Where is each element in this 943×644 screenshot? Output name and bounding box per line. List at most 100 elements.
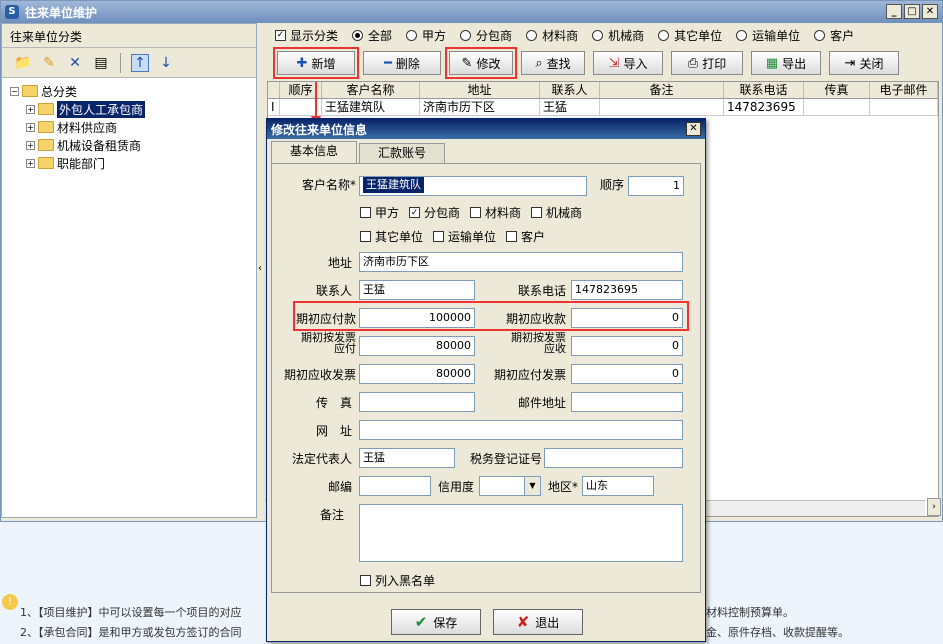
web-field[interactable] [359, 420, 683, 440]
delete-icon[interactable]: ✕ [66, 54, 84, 72]
document-icon[interactable]: ▤ [92, 54, 110, 72]
cell-address[interactable]: 济南市历下区 [420, 99, 540, 115]
column-header[interactable]: 联系电话 [724, 82, 804, 98]
type-checkbox[interactable]: 甲方 [360, 204, 399, 221]
column-header[interactable]: 地址 [420, 82, 540, 98]
panel-splitter[interactable]: ‹ [258, 23, 264, 518]
dialog-close-icon[interactable]: ✕ [686, 122, 701, 136]
close-window-button[interactable]: ✕ [922, 4, 938, 19]
filter-radio-party-a[interactable]: 甲方 [406, 27, 446, 44]
checkmark-icon: ✓ [275, 29, 286, 41]
expand-icon[interactable]: + [26, 122, 35, 132]
init-recv-invoice-label: 期初应收发票 [283, 368, 356, 382]
show-category-checkbox[interactable]: ✓ 显示分类 [275, 27, 338, 44]
init-recv-invoice-field[interactable]: 80000 [359, 364, 475, 384]
edit-unit-dialog: 修改往来单位信息 ✕ 基本信息 汇款账号 客户名称* 王猛建筑队 顺序 1 甲方… [266, 118, 706, 642]
type-checkbox[interactable]: 材料商 [470, 204, 521, 221]
init-receivable-label: 期初应收款 [505, 312, 566, 326]
column-header[interactable]: 电子邮件 [870, 82, 938, 98]
table-row[interactable]: I 王猛建筑队 济南市历下区 王猛 147823695 [268, 99, 938, 116]
search-button[interactable]: ⌕ 查找 [521, 51, 585, 75]
blacklist-checkbox[interactable]: 列入黑名单 [360, 572, 435, 589]
move-up-icon[interactable]: ↑ [131, 53, 149, 72]
tree-item[interactable]: + 材料供应商 [10, 118, 248, 136]
filter-radio-other[interactable]: 其它单位 [658, 27, 722, 44]
name-field[interactable]: 王猛建筑队 [359, 176, 587, 196]
print-button[interactable]: ⎙ 打印 [671, 51, 743, 75]
save-button[interactable]: ✔ 保存 [391, 609, 481, 635]
new-folder-icon[interactable]: 📁 [14, 54, 32, 72]
exit-icon: ⇥ [844, 55, 856, 71]
tree-root[interactable]: − 总分类 [10, 82, 248, 100]
type-checkbox[interactable]: 其它单位 [360, 228, 423, 245]
import-button[interactable]: ⇲ 导入 [593, 51, 663, 75]
init-payable-label: 期初应付款 [295, 312, 356, 326]
filter-radio-all[interactable]: 全部 [352, 27, 392, 44]
cell-contact[interactable]: 王猛 [540, 99, 600, 115]
tree-item[interactable]: + 职能部门 [10, 154, 248, 172]
delete-button[interactable]: ━ 删除 [363, 51, 441, 75]
inv-receivable-field[interactable]: 0 [571, 336, 683, 356]
region-field[interactable]: 山东 [582, 476, 654, 496]
chevron-down-icon[interactable]: ▼ [524, 477, 540, 495]
maximize-button[interactable]: □ [904, 4, 920, 19]
zip-field[interactable] [359, 476, 431, 496]
cell-remark[interactable] [600, 99, 724, 115]
table-header: 顺序 客户名称 地址 联系人 备注 联系电话 传真 电子邮件 [268, 82, 938, 99]
tree-item[interactable]: + 外包人工承包商 [10, 100, 248, 118]
window-titlebar: S 往来单位维护 _ □ ✕ [1, 1, 942, 23]
filter-radio-machinery[interactable]: 机械商 [592, 27, 644, 44]
order-field[interactable]: 1 [628, 176, 684, 196]
collapse-icon[interactable]: − [10, 86, 19, 96]
phone-field[interactable]: 147823695 [571, 280, 683, 300]
collapse-arrow-icon[interactable]: ‹ [258, 263, 262, 274]
tree-item[interactable]: + 机械设备租赁商 [10, 136, 248, 154]
order-label: 顺序 [599, 178, 624, 192]
expand-icon[interactable]: + [26, 140, 35, 150]
close-button[interactable]: ⇥ 关闭 [829, 51, 899, 75]
column-header[interactable]: 客户名称 [322, 82, 420, 98]
cell-phone[interactable]: 147823695 [724, 99, 804, 115]
contact-field[interactable]: 王猛 [359, 280, 475, 300]
type-checkbox[interactable]: 客户 [506, 228, 545, 245]
add-button[interactable]: ✚ 新增 [273, 47, 359, 79]
edit-icon: ✎ [461, 55, 473, 71]
inv-payable-field[interactable]: 80000 [359, 336, 475, 356]
expand-icon[interactable]: + [26, 104, 35, 114]
expand-icon[interactable]: + [26, 158, 35, 168]
folder-icon [38, 139, 54, 151]
tab-bank-account[interactable]: 汇款账号 [359, 143, 446, 163]
legal-rep-field[interactable]: 王猛 [359, 448, 455, 468]
filter-radio-customer[interactable]: 客户 [814, 27, 854, 44]
column-header[interactable]: 联系人 [540, 82, 600, 98]
filter-radio-subcontractor[interactable]: 分包商 [460, 27, 512, 44]
filter-radio-material[interactable]: 材料商 [526, 27, 578, 44]
scroll-right-arrow-icon[interactable]: › [927, 498, 941, 516]
init-pay-invoice-field[interactable]: 0 [571, 364, 683, 384]
remark-textarea[interactable] [359, 504, 683, 562]
address-field[interactable]: 济南市历下区 [359, 252, 683, 272]
type-checkbox[interactable]: ✓ 分包商 [409, 204, 460, 221]
cell-email[interactable] [870, 99, 938, 115]
move-down-icon[interactable]: ↓ [157, 54, 175, 72]
cell-fax[interactable] [804, 99, 870, 115]
postal-field[interactable] [571, 392, 683, 412]
init-payable-field[interactable]: 100000 [359, 308, 475, 328]
fax-field[interactable] [359, 392, 475, 412]
column-header[interactable]: 备注 [600, 82, 724, 98]
inv-payable-label: 期初按发票应付 [301, 331, 356, 355]
exit-button[interactable]: ✘ 退出 [493, 609, 583, 635]
minimize-button[interactable]: _ [886, 4, 902, 19]
type-checkbox[interactable]: 机械商 [531, 204, 582, 221]
cell-name[interactable]: 王猛建筑队 [322, 99, 420, 115]
edit-button[interactable]: ✎ 修改 [445, 47, 517, 79]
credit-select[interactable]: ▼ [479, 476, 541, 496]
type-checkbox[interactable]: 运输单位 [433, 228, 496, 245]
column-header[interactable]: 传真 [804, 82, 870, 98]
filter-radio-transport[interactable]: 运输单位 [736, 27, 800, 44]
init-receivable-field[interactable]: 0 [571, 308, 683, 328]
tab-basic-info[interactable]: 基本信息 [271, 141, 358, 163]
tax-no-field[interactable] [544, 448, 683, 468]
export-button[interactable]: ▦ 导出 [751, 51, 821, 75]
edit-folder-icon[interactable]: ✎ [40, 54, 58, 72]
